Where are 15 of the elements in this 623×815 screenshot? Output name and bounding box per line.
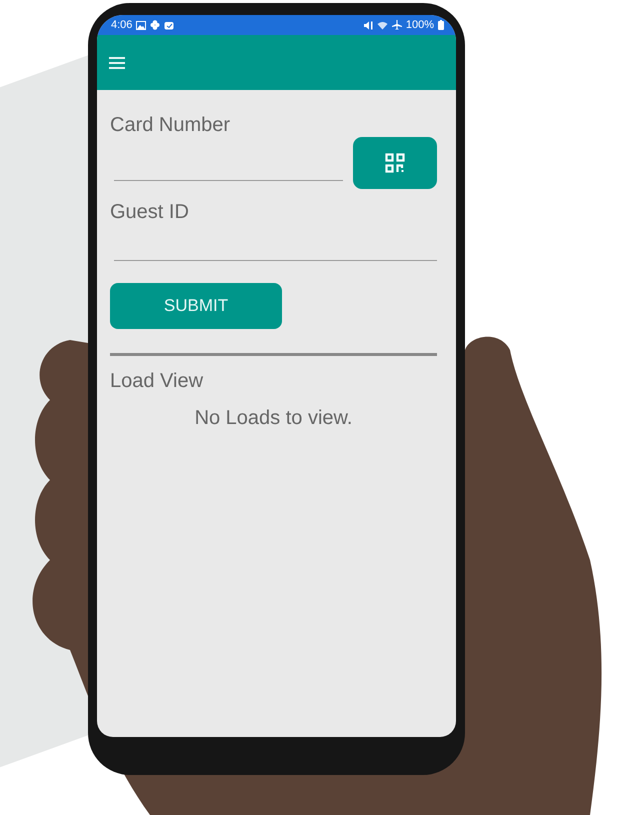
image-icon	[136, 20, 146, 30]
section-title: Load View	[110, 370, 204, 393]
qr-scan-button[interactable]	[353, 137, 437, 189]
airplane-icon	[392, 20, 402, 30]
status-time: 4:06	[111, 19, 132, 31]
submit-button[interactable]: SUBMIT	[110, 283, 282, 329]
menu-icon[interactable]	[109, 56, 125, 68]
field-label: Guest ID	[110, 201, 190, 224]
battery-percent: 100%	[406, 19, 434, 31]
wifi-icon	[376, 20, 388, 30]
battery-icon	[438, 20, 444, 30]
mute-icon	[362, 20, 373, 30]
empty-message: No Loads to view.	[194, 407, 354, 430]
field-label: Card Number	[110, 114, 232, 137]
qr-code-icon	[385, 153, 405, 173]
